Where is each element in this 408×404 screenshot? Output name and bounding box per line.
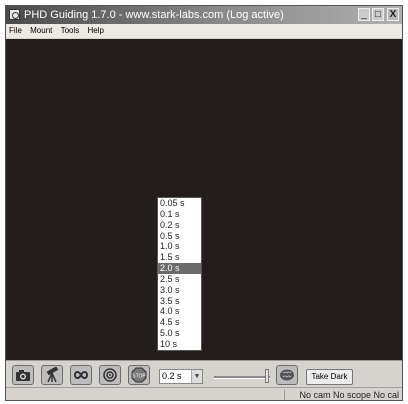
take-dark-button[interactable]: Take Dark [306, 369, 353, 385]
loop-icon [73, 371, 89, 379]
loop-button[interactable] [70, 365, 92, 385]
gamma-slider-track[interactable] [214, 376, 270, 379]
chevron-down-icon[interactable]: ▼ [191, 370, 202, 383]
exposure-select[interactable]: 0.2 s ▼ [159, 369, 203, 384]
exposure-option[interactable]: 2.5 s [158, 274, 201, 285]
exposure-option[interactable]: 1.5 s [158, 252, 201, 263]
exposure-option[interactable]: 0.5 s [158, 231, 201, 242]
exposure-option[interactable]: 10 s [158, 339, 201, 350]
exposure-option[interactable]: 3.0 s [158, 285, 201, 296]
stop-button[interactable]: STOP [128, 365, 150, 385]
menu-help[interactable]: Help [85, 24, 107, 38]
gamma-slider-handle[interactable] [265, 369, 269, 383]
exposure-option[interactable]: 4.0 s [158, 306, 201, 317]
exposure-option[interactable]: 5.0 s [158, 328, 201, 339]
app-icon[interactable] [9, 9, 20, 20]
telescope-connect-button[interactable] [41, 365, 63, 385]
menu-bar: File Mount Tools Help [6, 24, 402, 38]
telescope-icon [46, 367, 59, 383]
exposure-option[interactable]: 0.2 s [158, 220, 201, 231]
exposure-option[interactable]: 0.1 s [158, 209, 201, 220]
guide-camera-display[interactable] [6, 39, 402, 360]
menu-tools[interactable]: Tools [58, 24, 83, 38]
camera-icon [16, 370, 30, 381]
minimize-button[interactable]: _ [358, 8, 370, 21]
app-window: PHD Guiding 1.7.0 - www.stark-labs.com (… [5, 5, 403, 401]
close-button[interactable]: X [387, 8, 399, 21]
stop-icon: STOP [131, 367, 147, 383]
exposure-option[interactable]: 3.5 s [158, 296, 201, 307]
stop-label: STOP [132, 374, 146, 380]
exposure-option[interactable]: 2.0 s [158, 263, 201, 274]
maximize-button[interactable]: □ [372, 8, 384, 21]
connection-status: No cam No scope No cal [299, 390, 399, 400]
exposure-option[interactable]: 1.0 s [158, 241, 201, 252]
title-bar[interactable]: PHD Guiding 1.7.0 - www.stark-labs.com (… [6, 6, 402, 24]
guide-button[interactable] [99, 365, 121, 385]
exposure-dropdown-list: 0.05 s 0.1 s 0.2 s 0.5 s 1.0 s 1.5 s 2.0 s 2.5 … [157, 197, 202, 351]
exposure-option[interactable]: 4.5 s [158, 317, 201, 328]
brain-button[interactable] [276, 365, 298, 385]
status-bar: No cam No scope No cal [6, 387, 402, 400]
exposure-value: 0.2 s [162, 371, 182, 381]
camera-connect-button[interactable] [12, 365, 34, 385]
toolbar: STOP 0.2 s ▼ Take Dark [6, 360, 402, 387]
exposure-option[interactable]: 0.05 s [158, 198, 201, 209]
window-title: PHD Guiding 1.7.0 - www.stark-labs.com (… [24, 9, 284, 21]
status-divider [284, 390, 285, 400]
brain-icon [280, 369, 294, 381]
menu-mount[interactable]: Mount [27, 24, 55, 38]
menu-file[interactable]: File [6, 24, 25, 38]
target-icon [103, 368, 117, 382]
